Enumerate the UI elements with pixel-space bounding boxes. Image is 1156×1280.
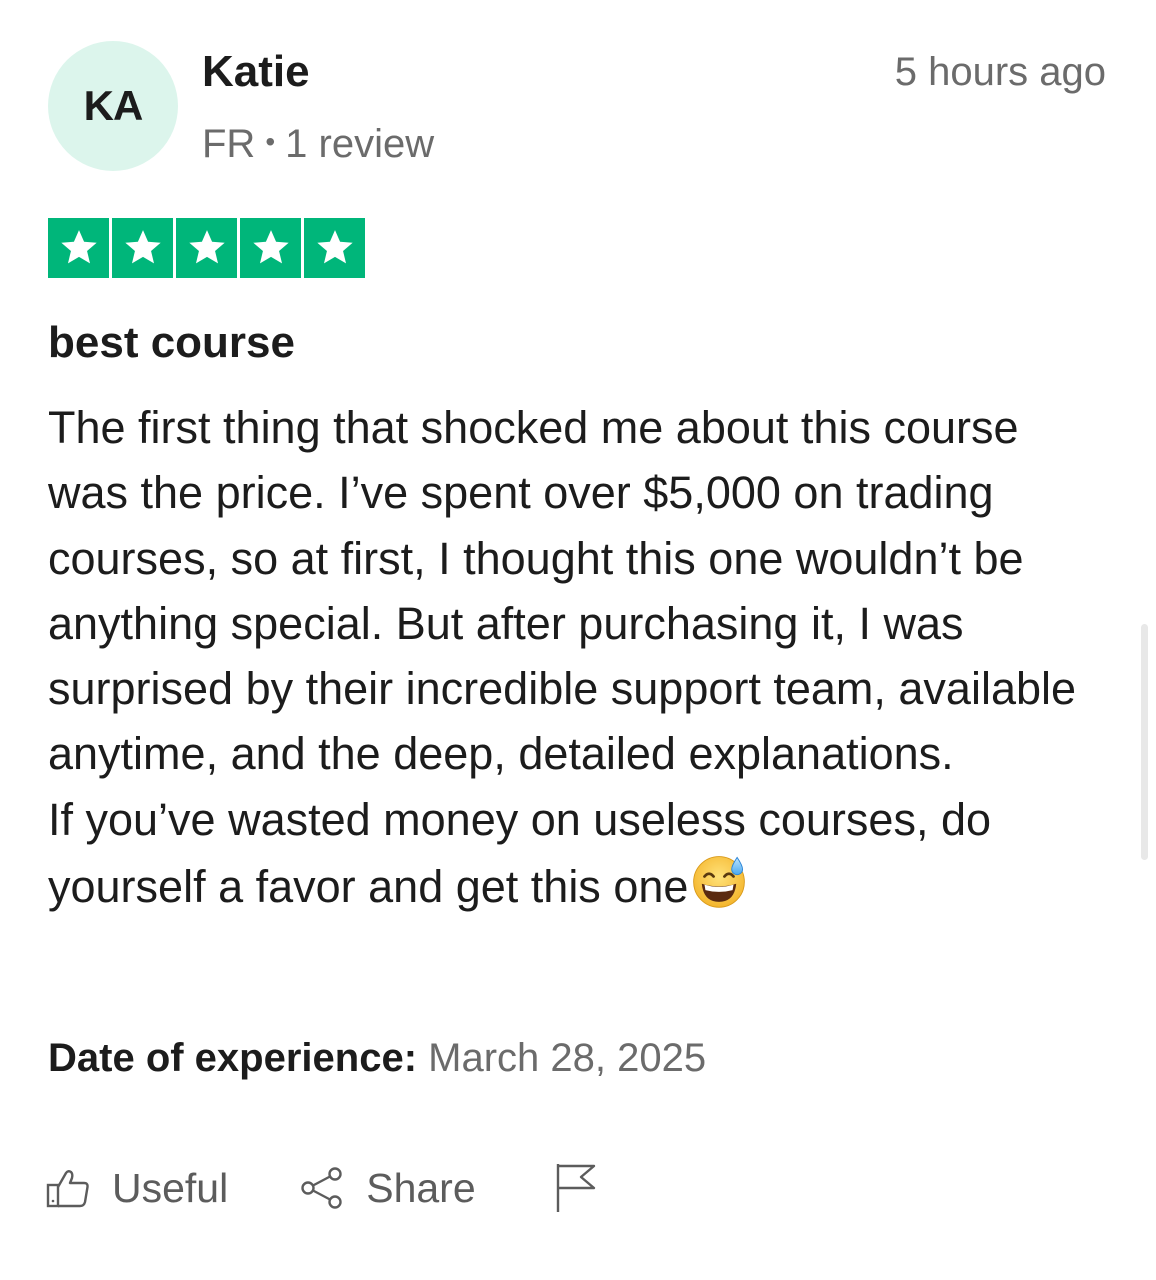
useful-button[interactable]: Useful: [46, 1165, 228, 1212]
star-icon: [176, 218, 237, 278]
avatar[interactable]: KA: [48, 41, 178, 171]
review-title: best course: [48, 318, 295, 367]
review-paragraph: The first thing that shocked me about th…: [48, 402, 1077, 780]
review-actions: Useful Share: [46, 1160, 598, 1216]
grinning-face-with-sweat-icon: [693, 856, 746, 908]
share-button[interactable]: Share: [300, 1164, 476, 1212]
posted-time: 5 hours ago: [894, 50, 1106, 94]
reviewer-meta: FR • 1 review: [202, 116, 434, 170]
flag-icon: [556, 1164, 595, 1212]
reviewer-review-count: 1 review: [285, 122, 435, 166]
star-icon: [48, 218, 109, 278]
star-icon: [240, 218, 301, 278]
star-icon: [304, 218, 365, 278]
review-paragraph: If you’ve wasted money on useless course…: [48, 787, 1108, 920]
date-of-experience: Date of experience: March 28, 2025: [48, 1032, 706, 1084]
star-icon: [112, 218, 173, 278]
avatar-initials: KA: [83, 82, 144, 129]
experience-label: Date of experience:: [48, 1036, 418, 1080]
review-body: The first thing that shocked me about th…: [48, 395, 1108, 919]
review-card: KA Katie FR • 1 review 5 hours ago best co…: [0, 0, 1156, 1280]
meta-separator: •: [265, 126, 276, 157]
share-label: Share: [366, 1164, 476, 1211]
experience-date: March 28, 2025: [428, 1036, 707, 1080]
useful-label: Useful: [112, 1164, 229, 1211]
report-button[interactable]: [554, 1162, 598, 1214]
thumbs-up-icon: [46, 1170, 89, 1208]
scrollbar[interactable]: [1141, 624, 1148, 860]
review-paragraph-text: If you’ve wasted money on useless course…: [48, 793, 992, 913]
star-rating: [48, 218, 365, 278]
share-icon: [301, 1167, 342, 1209]
reviewer-country: FR: [202, 122, 256, 166]
reviewer-name[interactable]: Katie: [202, 46, 310, 98]
